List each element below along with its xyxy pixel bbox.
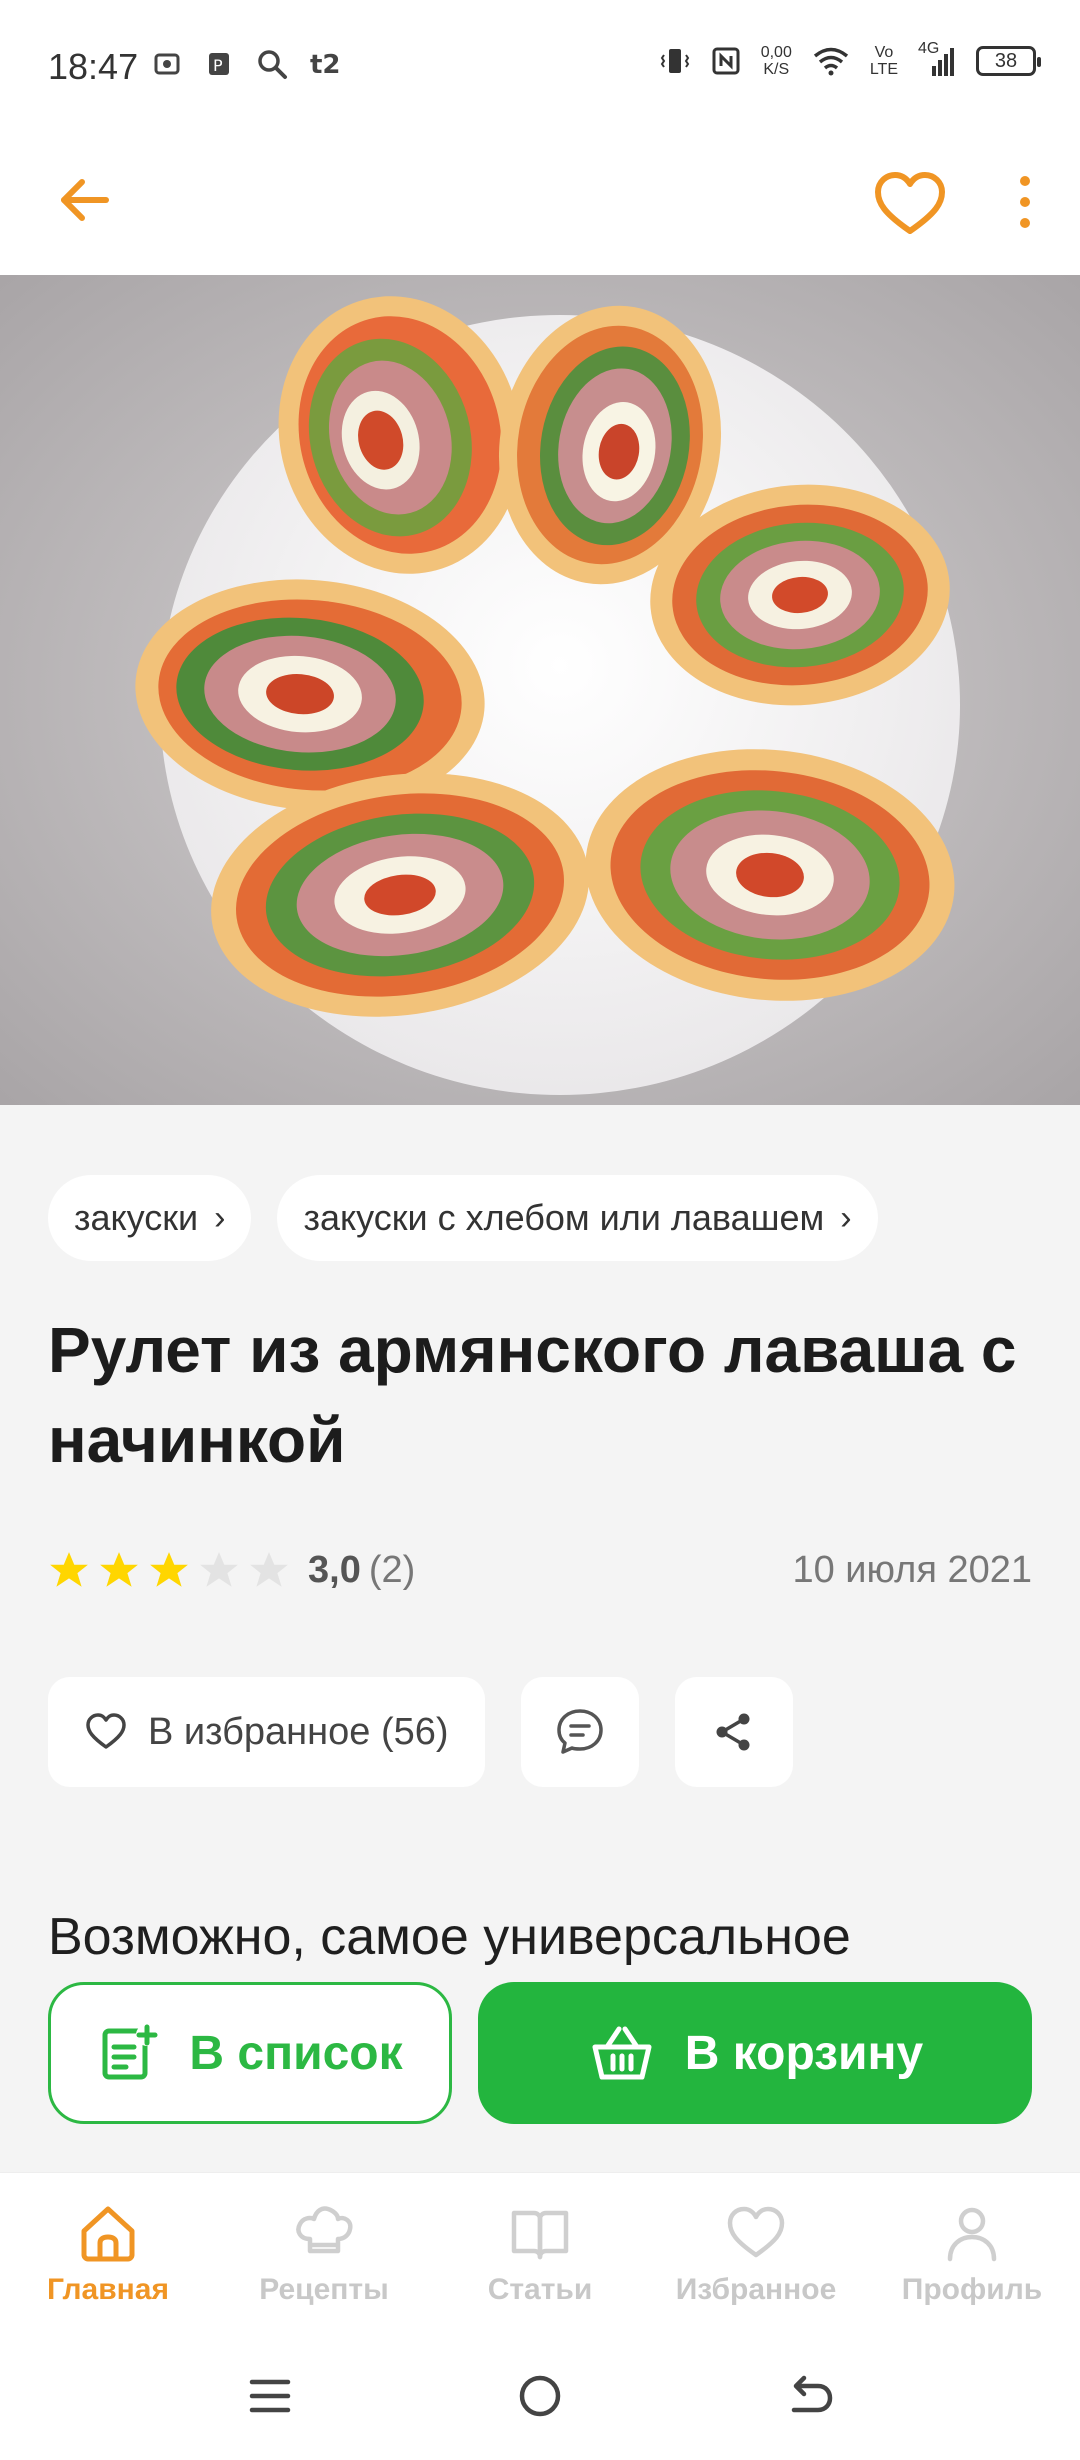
status-time: 18:47 bbox=[48, 46, 139, 87]
share-icon bbox=[716, 1713, 750, 1751]
chevron-right-icon: › bbox=[840, 1198, 852, 1237]
status-right-icons: 0,00 K/S Vo LTE 4G 38 bbox=[659, 40, 1041, 78]
recipe-photo[interactable] bbox=[0, 275, 1080, 1105]
rating-count: (2) bbox=[368, 1548, 416, 1591]
heart-icon bbox=[86, 1713, 126, 1749]
book-icon bbox=[511, 2210, 569, 2260]
chip-category[interactable]: закуски › bbox=[48, 1175, 252, 1261]
vibrate-icon bbox=[660, 49, 689, 73]
comment-icon bbox=[556, 1709, 603, 1754]
volte-top: Vo bbox=[874, 44, 894, 61]
svg-text:P: P bbox=[213, 56, 223, 75]
recipe-actions: В избранное (56) bbox=[48, 1677, 793, 1787]
nav-item-profile[interactable]: Профиль bbox=[864, 2173, 1080, 2322]
screenshot-icon bbox=[154, 53, 180, 75]
net-speed-value: 0,00 bbox=[760, 44, 792, 61]
nav-label-recipes: Рецепты bbox=[259, 2273, 389, 2306]
battery-icon: 38 bbox=[976, 46, 1041, 76]
wifi-icon bbox=[813, 47, 848, 76]
star-filled-icon bbox=[50, 1552, 88, 1587]
signal-indicator: 4G bbox=[918, 40, 956, 78]
star-filled-icon bbox=[100, 1552, 138, 1587]
parking-icon: P bbox=[209, 53, 229, 75]
net-speed-unit: K/S bbox=[763, 61, 790, 78]
add-to-list-label: В список bbox=[189, 2026, 403, 2080]
rating-value: 3,0 bbox=[308, 1548, 361, 1591]
chip-subcategory[interactable]: закуски с хлебом или лавашем › bbox=[277, 1175, 878, 1261]
chevron-right-icon: › bbox=[214, 1198, 226, 1237]
nav-label-home: Главная bbox=[46, 2273, 169, 2306]
menu-icon[interactable] bbox=[240, 2366, 300, 2426]
signal-icon bbox=[932, 48, 954, 76]
publish-date: 10 июля 2021 bbox=[792, 1548, 1032, 1591]
recipe-description: Возможно, самое универсальное bbox=[48, 1908, 851, 1966]
app-bar bbox=[0, 135, 1080, 275]
status-bar: 18:47 P t2 0,00 K/S Vo LTE 4G 38 bbox=[0, 0, 1080, 135]
nav-item-recipes[interactable]: Рецепты bbox=[216, 2173, 432, 2322]
nav-item-articles[interactable]: Статьи bbox=[432, 2173, 648, 2322]
add-to-cart-button[interactable]: В корзину bbox=[478, 1982, 1032, 2124]
rating-stars[interactable] bbox=[48, 1549, 290, 1591]
back-icon[interactable] bbox=[780, 2366, 840, 2426]
nav-item-home[interactable]: Главная bbox=[0, 2173, 216, 2322]
volte-indicator: Vo LTE bbox=[870, 44, 898, 78]
recipe-title: Рулет из армянского лаваша с начинкой bbox=[48, 1314, 1017, 1476]
more-vertical-icon bbox=[1020, 176, 1030, 228]
search-icon bbox=[258, 50, 287, 79]
bottom-navigation: Главная Рецепты Статьи Избранное Профиль bbox=[0, 2172, 1080, 2322]
favorite-label: В избранное (56) bbox=[148, 1710, 449, 1753]
add-to-favorites-button[interactable]: В избранное (56) bbox=[48, 1677, 485, 1787]
chip-label: закуски с хлебом или лавашем bbox=[303, 1197, 825, 1238]
heart-icon bbox=[727, 2206, 785, 2258]
home-circle-icon[interactable] bbox=[510, 2366, 570, 2426]
star-empty-icon bbox=[250, 1552, 288, 1587]
chef-hat-icon bbox=[296, 2206, 353, 2254]
list-add-icon bbox=[102, 2024, 159, 2080]
add-to-cart-label: В корзину bbox=[684, 2026, 924, 2080]
person-icon bbox=[947, 2207, 997, 2262]
lavash-roll-photo bbox=[0, 275, 1080, 1105]
battery-level: 38 bbox=[994, 49, 1018, 72]
nav-item-favorites[interactable]: Избранное bbox=[648, 2173, 864, 2322]
add-to-list-button[interactable]: В список bbox=[48, 1982, 452, 2124]
net-speed: 0,00 K/S bbox=[761, 44, 792, 78]
back-button[interactable] bbox=[50, 165, 120, 244]
category-chips: закуски › закуски с хлебом или лавашем › bbox=[48, 1175, 878, 1261]
nav-label-profile: Профиль bbox=[901, 2273, 1043, 2306]
svg-text:t2: t2 bbox=[310, 50, 341, 79]
status-left-icons: P t2 bbox=[152, 48, 350, 80]
arrow-left-icon bbox=[61, 179, 110, 244]
star-empty-icon bbox=[200, 1552, 238, 1587]
share-button[interactable] bbox=[674, 1677, 793, 1787]
home-icon bbox=[81, 2206, 135, 2262]
t2-icon: t2 bbox=[310, 50, 341, 79]
basket-icon bbox=[592, 2026, 652, 2080]
nav-label-articles: Статьи bbox=[487, 2273, 593, 2306]
nfc-icon bbox=[712, 47, 740, 75]
heart-icon bbox=[875, 172, 945, 234]
more-options-button[interactable] bbox=[1000, 165, 1050, 245]
nav-label-favorites: Избранное bbox=[675, 2273, 837, 2306]
comments-button[interactable] bbox=[520, 1677, 639, 1787]
volte-bottom: LTE bbox=[869, 61, 898, 78]
rating-row: 3,0 (2) 10 июля 2021 bbox=[48, 1545, 1032, 1595]
system-navigation-bar bbox=[0, 2322, 1080, 2460]
favorite-toggle-button[interactable] bbox=[870, 165, 950, 245]
chip-label: закуски bbox=[74, 1197, 199, 1238]
star-filled-icon bbox=[150, 1552, 188, 1587]
